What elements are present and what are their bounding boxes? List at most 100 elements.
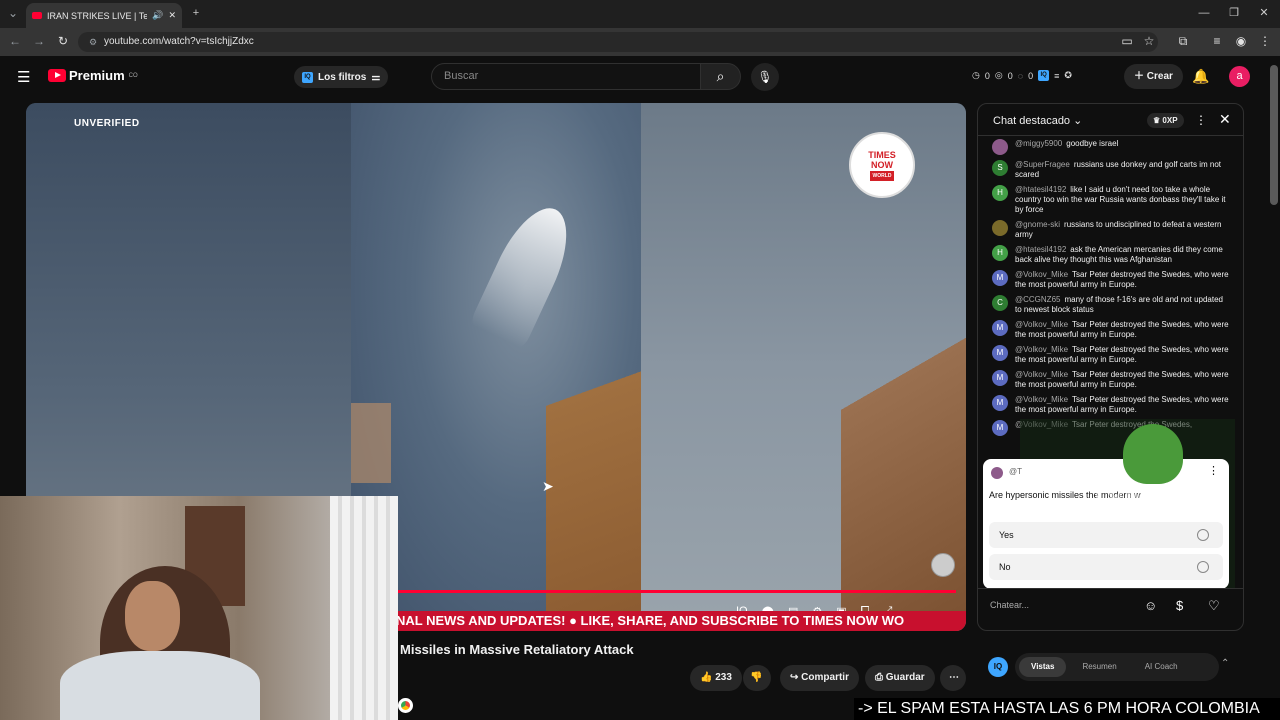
search-button[interactable]: ⌕ (700, 63, 741, 90)
iq-panel: IQ Vistas Resumen AI Coach ⌃ (977, 652, 1244, 682)
forward-icon[interactable]: → (32, 34, 46, 48)
close-window-button[interactable]: ✕ (1256, 6, 1272, 20)
address-bar[interactable]: youtube.com/watch?v=tsIchjjZdxc (78, 32, 1158, 52)
chat-input[interactable]: Chatear... (990, 600, 1150, 610)
poll-menu-icon[interactable]: ⋮ (1208, 464, 1219, 477)
filters-button[interactable]: IQ Los filtros ⚌ (294, 66, 389, 88)
more-dots-icon: ⋯ (949, 672, 959, 683)
avatar[interactable]: a (1229, 66, 1250, 87)
search-input[interactable]: Buscar (431, 63, 701, 90)
youtube-logo[interactable]: Premium CO (48, 68, 138, 83)
chat-author[interactable]: @SuperFragee (1015, 160, 1070, 169)
chat-author[interactable]: @Volkov_Mike (1015, 345, 1068, 354)
chat-avatar[interactable]: H (992, 245, 1008, 261)
chat-avatar[interactable]: H (992, 185, 1008, 201)
thumbs-up-icon: 👍 (700, 672, 716, 683)
new-tab-button[interactable]: + (188, 6, 204, 20)
video-panel-right (641, 103, 966, 631)
chat-message-body: @miggy5900 goodbye israel (1015, 139, 1118, 155)
poll-option-yes[interactable]: Yes (989, 522, 1223, 548)
reload-icon[interactable]: ↻ (56, 34, 70, 48)
chat-menu-icon[interactable]: ⋮ (1195, 113, 1207, 127)
chat-avatar[interactable]: M (992, 420, 1008, 436)
cast-icon[interactable]: ▭ (1120, 34, 1134, 48)
save-button[interactable]: ⎙ Guardar (865, 665, 935, 691)
chat-avatar[interactable]: M (992, 270, 1008, 286)
chat-author[interactable]: @Volkov_Mike (1015, 270, 1068, 279)
chat-author[interactable]: @htatesil4192 (1015, 245, 1066, 254)
radio-icon (1197, 529, 1209, 541)
xp-value: 0XP (1162, 116, 1178, 125)
tab-resumen[interactable]: Resumen (1070, 657, 1128, 677)
logo-line-2: NOW (871, 159, 893, 170)
xp-badge[interactable]: ♛ 0XP (1147, 113, 1184, 128)
chat-author[interactable]: @Volkov_Mike (1015, 395, 1068, 404)
chat-avatar[interactable]: M (992, 395, 1008, 411)
poll-option-label: No (999, 562, 1011, 572)
chat-avatar[interactable]: S (992, 160, 1008, 176)
chrome-taskbar-icon[interactable] (398, 698, 413, 713)
media-icon[interactable]: ≡ (1210, 34, 1224, 48)
video-progress-bar[interactable] (396, 590, 956, 593)
heart-icon[interactable]: ♡ (1208, 598, 1220, 614)
chat-avatar[interactable] (992, 220, 1008, 236)
page-scrollbar[interactable] (1270, 65, 1278, 205)
minimize-button[interactable]: — (1196, 6, 1212, 20)
site-info-icon[interactable]: ⚙ (86, 35, 100, 49)
speaker-icon[interactable]: 🔊 (152, 10, 163, 21)
chat-message: @miggy5900 goodbye israel (978, 137, 1240, 158)
restore-button[interactable]: ❐ (1226, 6, 1242, 20)
dislike-button[interactable]: 👎 (743, 665, 771, 691)
chat-author[interactable]: @Volkov_Mike (1015, 370, 1068, 379)
chat-author[interactable]: @miggy5900 (1015, 139, 1062, 148)
back-icon[interactable]: ← (8, 34, 22, 48)
extensions-icon[interactable]: ⧉ (1176, 34, 1190, 48)
chat-message-body: @htatesil4192 like I said u don't need to… (1015, 185, 1230, 215)
iq-extension-icon: IQ (1038, 70, 1050, 81)
share-button[interactable]: ↪ Compartir (780, 665, 859, 691)
notifications-bell-icon[interactable]: 🔔 (1192, 68, 1209, 85)
collapse-chevron-icon[interactable]: ⌃ (1221, 658, 1229, 669)
extension-counters[interactable]: ◷ 0 ◎ 0 ◌ 0 IQ ≡ ✪ (972, 70, 1072, 81)
emoji-icon[interactable]: ☺ (1144, 598, 1157, 613)
chat-close-icon[interactable]: ✕ (1219, 111, 1231, 128)
tab-ai-coach[interactable]: AI Coach (1133, 657, 1190, 677)
news-ticker: NAL NEWS AND UPDATES! ● LIKE, SHARE, AND… (396, 611, 966, 631)
pepe-emote (1123, 424, 1183, 484)
mouse-cursor-icon: ➤ (542, 478, 554, 494)
chat-avatar[interactable]: M (992, 370, 1008, 386)
chat-avatar[interactable] (992, 139, 1008, 155)
chat-author[interactable]: @CCGNZ65 (1015, 295, 1060, 304)
award-icon: ✪ (1064, 70, 1072, 80)
browser-tab[interactable]: IRAN STRIKES LIVE | Tehran 🔊 ✕ (26, 3, 182, 28)
super-chat-icon[interactable]: $ (1176, 598, 1183, 613)
times-now-logo: TIMES NOW WORLD (849, 132, 915, 198)
chat-message: M @Volkov_MikeTsar Peter destroyed the Sw… (978, 393, 1240, 418)
fire-plume (351, 403, 391, 483)
tab-search-icon[interactable]: ⌄ (6, 6, 20, 20)
divider (978, 588, 1243, 589)
chat-message: M @Volkov_MikeTsar Peter destroyed the Sw… (978, 268, 1240, 293)
chat-author[interactable]: @Volkov_Mike (1015, 320, 1068, 329)
poll-option-no[interactable]: No (989, 554, 1223, 580)
browser-menu-icon[interactable]: ⋮ (1258, 34, 1272, 48)
profile-icon[interactable]: ◉ (1234, 34, 1248, 48)
like-button[interactable]: 👍 233 (690, 665, 742, 691)
chat-avatar[interactable]: M (992, 320, 1008, 336)
bookmark-star-icon[interactable]: ☆ (1142, 34, 1156, 48)
more-actions-button[interactable]: ⋯ (940, 665, 966, 691)
voice-search-button[interactable]: 🎙 (751, 63, 779, 91)
create-button[interactable]: ＋ Crear (1124, 64, 1183, 89)
webcam-person-shirt (60, 651, 260, 720)
chat-author[interactable]: @gnome-ski (1015, 220, 1060, 229)
tab-close-icon[interactable]: ✕ (168, 10, 176, 21)
webcam-person-face (125, 581, 180, 651)
chat-author[interactable]: @htatesil4192 (1015, 185, 1066, 194)
tab-vistas[interactable]: Vistas (1019, 657, 1067, 677)
chat-avatar[interactable]: M (992, 345, 1008, 361)
chat-avatar[interactable]: C (992, 295, 1008, 311)
chat-message-body: @Volkov_MikeTsar Peter destroyed the Swe… (1015, 395, 1230, 415)
filters-label: Los filtros (318, 71, 367, 83)
hamburger-menu-icon[interactable]: ☰ (17, 68, 30, 86)
chat-mode-dropdown[interactable]: Chat destacado ⌄ (993, 114, 1082, 127)
